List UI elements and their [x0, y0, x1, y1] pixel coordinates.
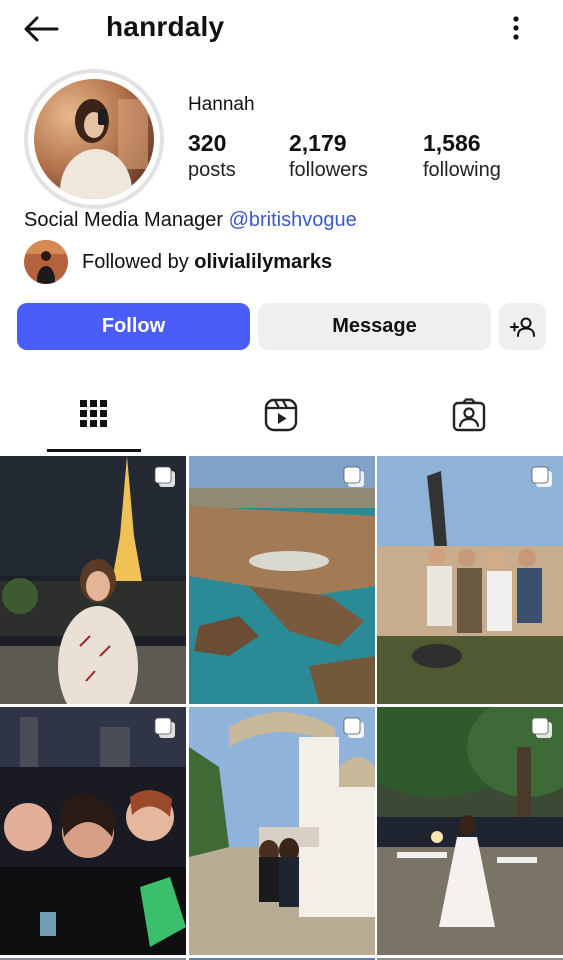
stat-following[interactable]: 1,586 following [423, 130, 501, 182]
multiple-posts-icon [343, 717, 364, 738]
stat-followers[interactable]: 2,179 followers [289, 130, 368, 182]
multiple-posts-icon [154, 466, 175, 487]
stat-followers-value: 2,179 [289, 130, 347, 156]
stat-posts-label: posts [188, 159, 236, 181]
multiple-posts-icon [154, 717, 175, 738]
followed-by-user[interactable]: olivialilymarks [194, 251, 332, 273]
multiple-posts-icon [531, 466, 552, 487]
follow-button[interactable]: Follow [17, 303, 250, 350]
top-bar: hanrdaly [0, 0, 563, 60]
stat-following-value: 1,586 [423, 130, 481, 156]
stat-followers-label: followers [289, 159, 368, 181]
bio-mention-link[interactable]: @britishvogue [229, 209, 357, 231]
post-image [0, 456, 186, 704]
profile-avatar-ring[interactable] [24, 69, 164, 209]
more-options-button[interactable] [500, 10, 532, 46]
add-user-icon [509, 317, 535, 337]
post-tile[interactable] [189, 707, 375, 955]
suggested-users-button[interactable] [499, 303, 546, 350]
posts-grid [0, 456, 563, 960]
stat-posts-value: 320 [188, 130, 227, 156]
post-image [377, 707, 563, 955]
post-image [377, 456, 563, 704]
tagged-icon [452, 398, 486, 432]
back-button[interactable] [20, 12, 62, 46]
followed-by-prefix: Followed by [82, 250, 195, 273]
post-image [189, 707, 375, 955]
message-button[interactable]: Message [258, 303, 491, 350]
post-tile[interactable] [0, 707, 186, 955]
reels-icon [264, 398, 298, 432]
tab-tagged[interactable] [422, 388, 516, 452]
follower-avatar [24, 240, 68, 284]
profile-avatar [34, 79, 154, 199]
multiple-posts-icon [343, 466, 364, 487]
post-image [189, 456, 375, 704]
bio-text: Social Media Manager [24, 209, 229, 231]
profile-display-name: Hannah [188, 94, 255, 115]
stat-posts[interactable]: 320 posts [188, 130, 236, 182]
tab-posts-grid[interactable] [47, 388, 141, 452]
post-tile[interactable] [377, 707, 563, 955]
profile-username: hanrdaly [106, 11, 225, 42]
post-tile[interactable] [377, 456, 563, 704]
more-vertical-icon [513, 16, 519, 40]
multiple-posts-icon [531, 717, 552, 738]
post-tile[interactable] [0, 456, 186, 704]
tab-reels[interactable] [234, 388, 328, 452]
post-image [0, 707, 186, 955]
profile-tabs [0, 388, 563, 452]
followed-by-text: Followed by olivialilymarks [82, 251, 332, 274]
grid-icon [80, 400, 107, 427]
post-tile[interactable] [189, 456, 375, 704]
arrow-left-icon [24, 16, 59, 42]
profile-bio: Social Media Manager @britishvogue [24, 209, 357, 232]
followed-by-row[interactable]: Followed by olivialilymarks [24, 240, 332, 284]
stat-following-label: following [423, 159, 501, 181]
